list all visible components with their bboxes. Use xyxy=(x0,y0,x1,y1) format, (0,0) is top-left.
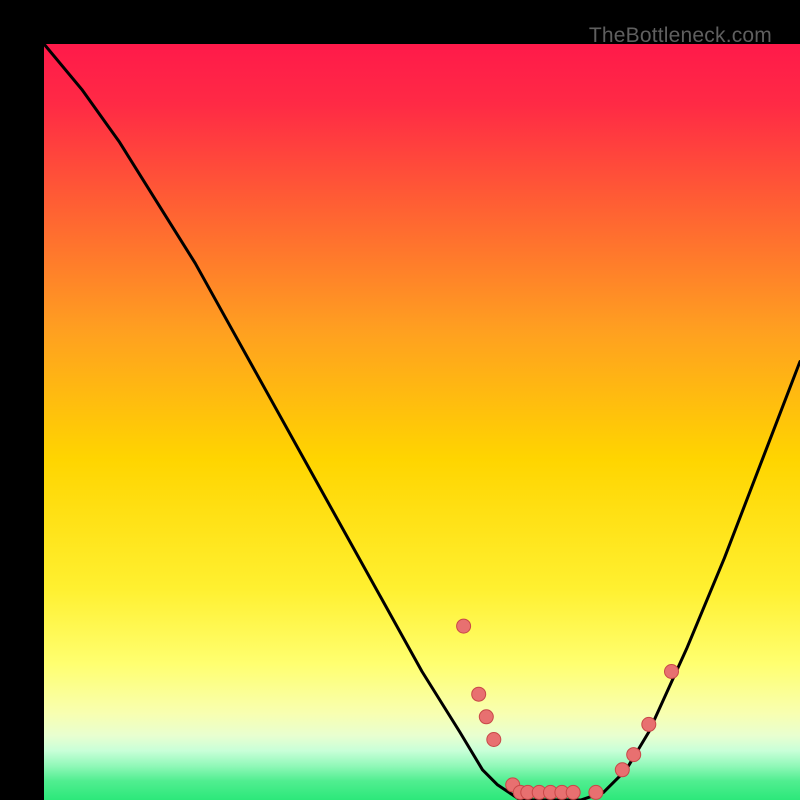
watermark-text: TheBottleneck.com xyxy=(589,24,772,48)
gradient-background xyxy=(44,44,800,800)
data-dot xyxy=(642,717,656,731)
data-dot xyxy=(627,748,641,762)
chart-frame: TheBottleneck.com xyxy=(22,22,778,778)
data-dot xyxy=(665,665,679,679)
data-dot xyxy=(479,710,493,724)
bottleneck-curve-chart xyxy=(44,44,800,800)
data-dot xyxy=(589,785,603,799)
data-dot xyxy=(615,763,629,777)
data-dot xyxy=(457,619,471,633)
data-dot xyxy=(487,733,501,747)
data-dot xyxy=(472,687,486,701)
data-dot xyxy=(566,785,580,799)
